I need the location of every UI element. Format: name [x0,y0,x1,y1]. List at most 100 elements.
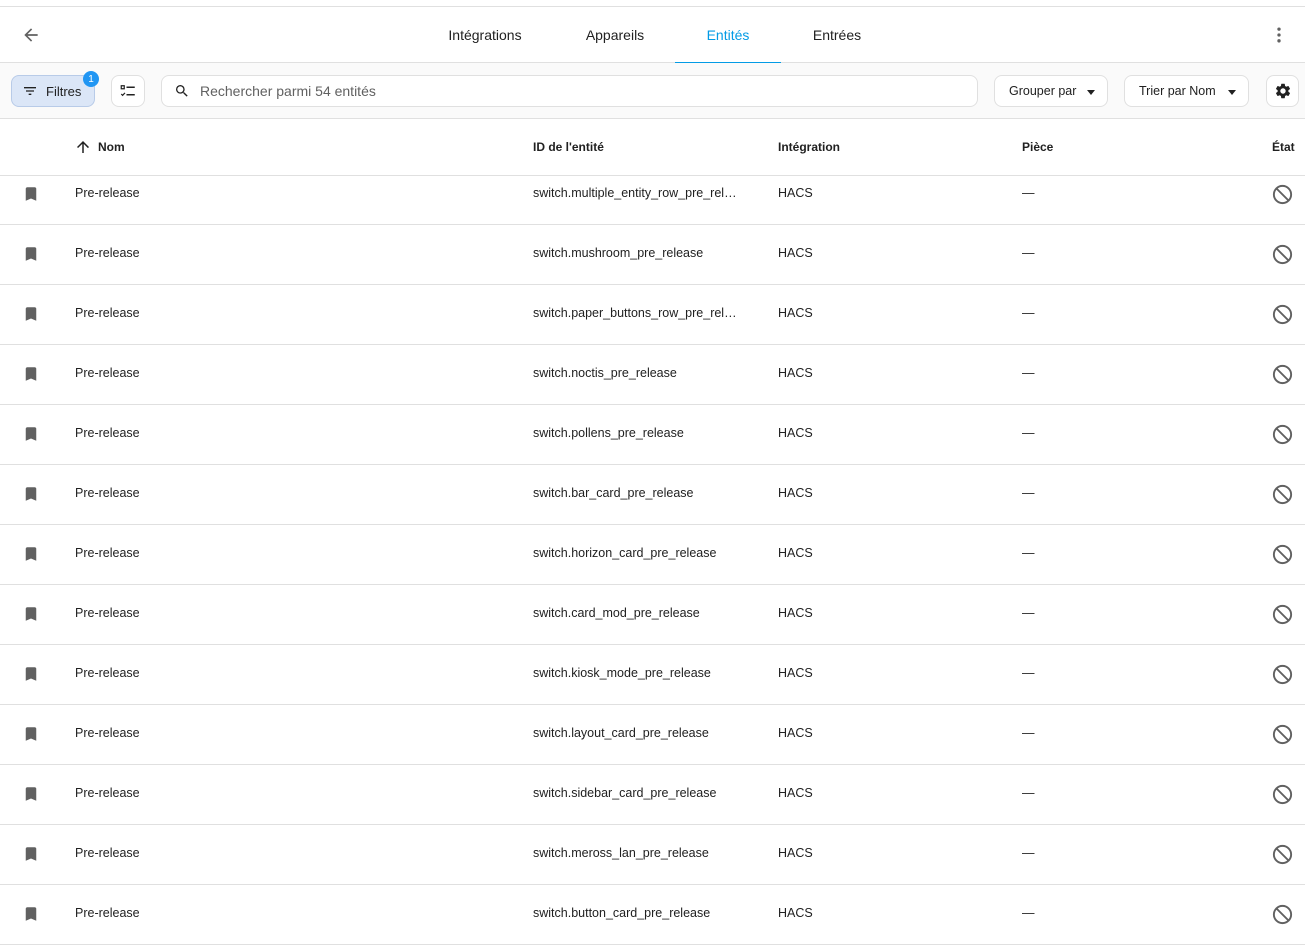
entity-integration: HACS [778,486,813,500]
app-header: Intégrations Appareils Entités Entrées [0,7,1305,64]
gear-icon [1275,83,1290,99]
search-box [161,75,978,107]
bookmark-icon [22,484,40,504]
bookmark-icon [22,544,40,564]
column-label: Pièce [1022,140,1054,154]
entity-id: switch.mushroom_pre_release [533,246,704,260]
entity-integration: HACS [778,246,813,260]
filter-variant-icon [24,87,36,95]
bookmark-icon [22,784,40,804]
tab-label: Entrées [812,27,862,43]
entity-id: switch.meross_lan_pre_release [533,846,709,860]
table-row[interactable]: Pre-release switch.paper_buttons_row_pre_… [0,285,1305,345]
entity-name: Pre-release [75,306,140,320]
search-input[interactable] [200,83,960,99]
back-button[interactable] [15,19,47,51]
bookmark-icon [22,664,40,684]
dots-vertical-icon [1277,27,1281,43]
table-row[interactable]: Pre-release switch.sidebar_card_pre_relea… [0,765,1305,825]
entity-id: switch.kiosk_mode_pre_release [533,666,711,680]
column-header-entity-id[interactable]: ID de l'entité [533,119,604,175]
tab-label: Appareils [585,27,645,43]
entity-id: switch.card_mod_pre_release [533,606,700,620]
entity-area: — [1022,726,1035,740]
sort-label: Trier par Nom [1139,84,1216,98]
table-header: Nom ID de l'entité Intégration Pièce Éta… [0,119,1305,176]
table-settings-button[interactable] [1266,75,1299,107]
search-icon [176,85,188,97]
table-row[interactable]: Pre-release switch.pollens_pre_release HAC… [0,405,1305,465]
entity-area: — [1022,546,1035,560]
cancel-icon [1271,543,1294,566]
table-row[interactable]: Pre-release switch.multiple_entity_row_pr… [0,176,1305,225]
bookmark-icon [22,844,40,864]
entity-integration: HACS [778,606,813,620]
table-row[interactable]: Pre-release switch.meross_lan_pre_release… [0,825,1305,885]
entity-integration: HACS [778,846,813,860]
entity-id: switch.sidebar_card_pre_release [533,786,717,800]
entity-name: Pre-release [75,726,140,740]
entity-integration: HACS [778,426,813,440]
cancel-icon [1271,363,1294,386]
column-label: État [1272,140,1295,154]
entity-name: Pre-release [75,846,140,860]
entity-name: Pre-release [75,906,140,920]
cancel-icon [1271,423,1294,446]
table-row[interactable]: Pre-release switch.noctis_pre_release HACS… [0,345,1305,405]
tab-entities[interactable]: Entités [675,7,781,64]
sort-dropdown[interactable]: Trier par Nom [1124,75,1249,107]
entity-name: Pre-release [75,606,140,620]
arrow-up-icon [77,141,89,153]
entity-name: Pre-release [75,546,140,560]
table-row[interactable]: Pre-release switch.kiosk_mode_pre_release… [0,645,1305,705]
cancel-icon [1271,903,1294,926]
entity-id: switch.multiple_entity_row_pre_rele… [533,186,743,200]
cancel-icon [1271,783,1294,806]
entity-name: Pre-release [75,246,140,260]
bookmark-icon [22,724,40,744]
entity-area: — [1022,906,1035,920]
cancel-icon [1271,243,1294,266]
cancel-icon [1271,483,1294,506]
overflow-menu-button[interactable] [1265,19,1293,51]
entity-id: switch.pollens_pre_release [533,426,684,440]
column-header-area[interactable]: Pièce [1022,119,1053,175]
entity-id: switch.horizon_card_pre_release [533,546,717,560]
tab-helpers[interactable]: Entrées [781,7,893,63]
entity-integration: HACS [778,306,813,320]
tab-label: Intégrations [448,27,522,43]
cancel-icon [1271,723,1294,746]
selection-mode-button[interactable] [111,75,145,107]
bookmark-icon [22,244,40,264]
table-row[interactable]: Pre-release switch.bar_card_pre_release HA… [0,465,1305,525]
entity-integration: HACS [778,366,813,380]
tab-bar: Intégrations Appareils Entités Entrées [415,7,893,64]
column-header-name[interactable]: Nom [74,119,125,175]
caret-down-icon [1087,90,1095,95]
table-row[interactable]: Pre-release switch.button_card_pre_releas… [0,885,1305,945]
column-label: Intégration [778,140,840,154]
table-row[interactable]: Pre-release switch.mushroom_pre_release HA… [0,225,1305,285]
entity-area: — [1022,366,1035,380]
filter-count-badge: 1 [83,71,99,87]
entity-area: — [1022,486,1035,500]
tab-integrations[interactable]: Intégrations [415,7,555,63]
entity-id: switch.noctis_pre_release [533,366,677,380]
entity-area: — [1022,606,1035,620]
group-by-label: Grouper par [1009,84,1077,98]
column-header-status[interactable]: État [1272,119,1295,175]
entity-area: — [1022,426,1035,440]
entity-name: Pre-release [75,186,140,200]
table-row[interactable]: Pre-release switch.horizon_card_pre_relea… [0,525,1305,585]
tab-devices[interactable]: Appareils [555,7,675,63]
entity-name: Pre-release [75,786,140,800]
group-by-dropdown[interactable]: Grouper par [994,75,1108,107]
table-row[interactable]: Pre-release switch.layout_card_pre_releas… [0,705,1305,765]
table-row[interactable]: Pre-release switch.card_mod_pre_release HA… [0,585,1305,645]
bookmark-icon [22,184,40,204]
entity-name: Pre-release [75,666,140,680]
bookmark-icon [22,304,40,324]
column-header-integration[interactable]: Intégration [778,119,840,175]
bookmark-icon [22,424,40,444]
entity-name: Pre-release [75,366,140,380]
